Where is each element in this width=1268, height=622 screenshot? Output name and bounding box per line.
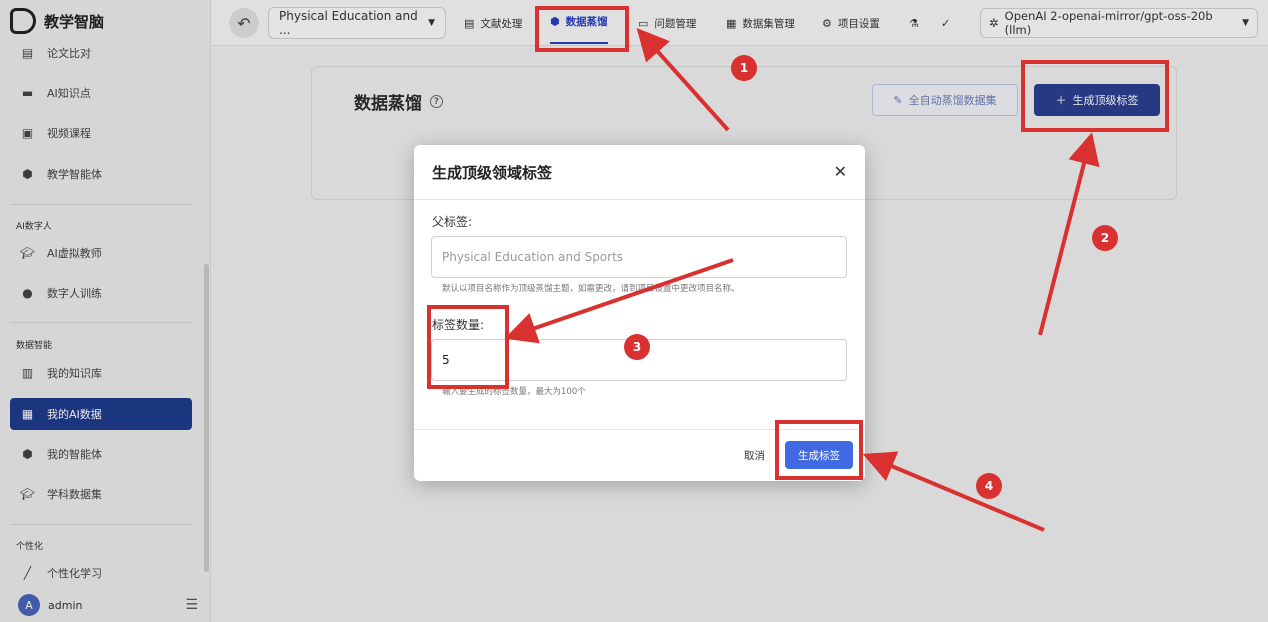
step-badge-3: 3: [624, 334, 650, 360]
step-badge-1: 1: [731, 55, 757, 81]
dialog-title: 生成顶级领域标签: [432, 164, 553, 182]
parent-tag-help: 默认以项目名称作为顶级蒸馏主题，如需更改，请到项目设置中更改项目名称。: [442, 284, 740, 294]
close-icon[interactable]: ✕: [834, 162, 847, 181]
parent-tag-input[interactable]: Physical Education and Sports: [431, 236, 847, 278]
dialog-divider: [414, 199, 865, 200]
highlight-box-tag-count: [427, 305, 509, 389]
parent-tag-label: 父标签:: [432, 215, 473, 229]
highlight-box-distillation-tab: [535, 6, 629, 52]
step-badge-2: 2: [1092, 225, 1118, 251]
step-badge-4: 4: [976, 473, 1002, 499]
highlight-box-generate-button: [775, 420, 863, 480]
parent-tag-placeholder: Physical Education and Sports: [442, 250, 624, 264]
cancel-button[interactable]: 取消: [744, 448, 765, 463]
highlight-box-generate-top-button: [1021, 60, 1169, 132]
